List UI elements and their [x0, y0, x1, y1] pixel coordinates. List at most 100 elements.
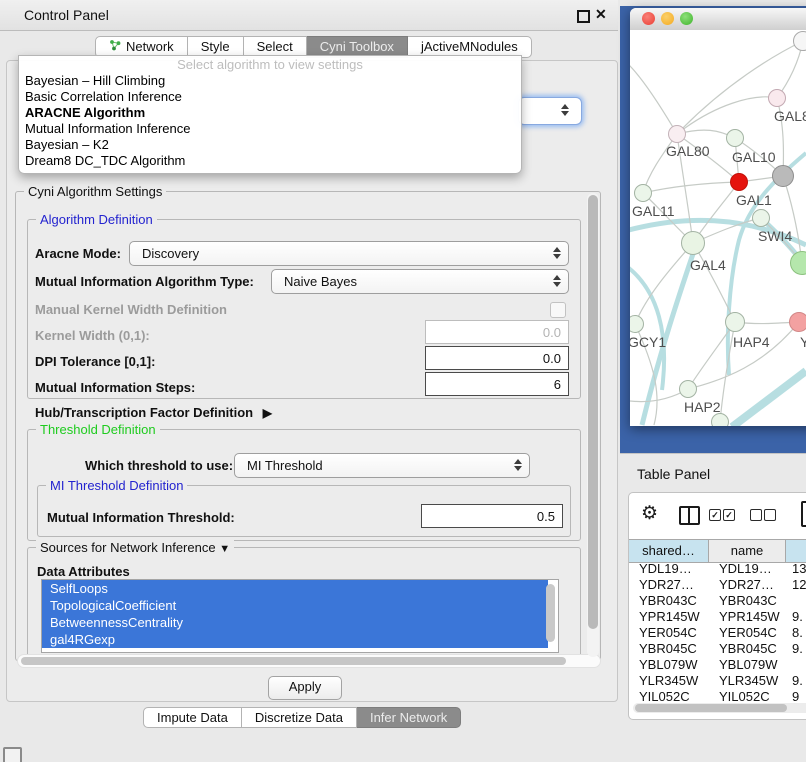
desktop-top-strip	[620, 0, 806, 6]
settings-hscroll-thumb[interactable]	[21, 657, 566, 665]
export-table-icon[interactable]	[801, 501, 806, 527]
settings-vscroll-thumb[interactable]	[588, 195, 598, 629]
deselect-all-checkbox-icon[interactable]	[764, 509, 776, 521]
dropdown-item-mutual-information-inference[interactable]: Mutual Information Inference	[19, 121, 521, 137]
kernel-width-field[interactable]: 0.0	[425, 320, 569, 344]
aracne-mode-label: Aracne Mode:	[35, 241, 121, 266]
tab-discretize-data[interactable]: Discretize Data	[242, 707, 357, 728]
network-node-y[interactable]	[789, 312, 806, 332]
network-node[interactable]	[793, 31, 806, 51]
table-cell: YLR345W	[629, 673, 709, 689]
manual-kernel-width-checkbox[interactable]	[550, 302, 566, 318]
sources-title[interactable]: Sources for Network Inference ▼	[36, 540, 234, 555]
tab-infer-network[interactable]: Infer Network	[357, 707, 461, 728]
network-window-titlebar[interactable]	[630, 8, 806, 31]
tab-label: Cyni Toolbox	[320, 37, 394, 57]
tab-label: Discretize Data	[255, 708, 343, 728]
dpi-tolerance-field[interactable]: 0.0	[425, 346, 569, 370]
column-header-extra[interactable]	[786, 540, 806, 562]
network-node[interactable]	[711, 413, 729, 426]
network-canvas[interactable]: GAL8GAL80GAL10GAL1GAL11SWI4GAL4GCY1HAP4Y…	[630, 30, 806, 426]
tab-impute-data[interactable]: Impute Data	[143, 707, 242, 728]
table-panel-title: Table Panel	[637, 466, 710, 482]
column-header-name[interactable]: name	[709, 540, 786, 562]
settings-horizontal-scrollbar[interactable]	[17, 654, 601, 668]
dropdown-item-aracne-algorithm[interactable]: ARACNE Algorithm	[19, 105, 521, 121]
table-row[interactable]: YDR27…YDR27…12	[629, 577, 806, 593]
close-panel-icon[interactable]: ✕	[595, 6, 607, 23]
tab-label: Infer Network	[370, 708, 447, 728]
hub-definition-label: Hub/Transcription Factor Definition	[35, 405, 253, 420]
zoom-window-icon[interactable]	[680, 12, 693, 25]
mi-threshold-label: Mutual Information Threshold:	[47, 505, 235, 530]
network-node-hap2[interactable]	[679, 380, 697, 398]
select-all-checkbox-icon[interactable]: ✓	[723, 509, 735, 521]
node-label-gal80: GAL80	[666, 143, 710, 159]
network-view-window[interactable]: GAL8GAL80GAL10GAL1GAL11SWI4GAL4GCY1HAP4Y…	[630, 8, 806, 426]
minimize-window-icon[interactable]	[661, 12, 674, 25]
column-header-shared[interactable]: shared…	[629, 540, 709, 562]
gear-icon[interactable]: ⚙	[641, 502, 658, 525]
mi-steps-field[interactable]: 6	[425, 372, 569, 396]
restore-panel-icon[interactable]	[3, 747, 22, 762]
network-node-gal8[interactable]	[768, 89, 786, 107]
network-node-gal80[interactable]	[668, 125, 686, 143]
which-threshold-value: MI Threshold	[247, 458, 323, 473]
table-row[interactable]: YER054CYER054C8.	[629, 625, 806, 641]
table-cell: YBL079W	[629, 657, 709, 673]
node-label-hap2: HAP2	[684, 399, 721, 415]
table-row[interactable]: YDL19…YDL19…13	[629, 561, 806, 577]
table-row[interactable]: YBR043CYBR043C	[629, 593, 806, 609]
node-label-gal4: GAL4	[690, 257, 726, 273]
table-cell: YBL079W	[709, 657, 786, 673]
which-threshold-label: Which threshold to use:	[85, 453, 233, 478]
table-row[interactable]: YIL052CYIL052C9	[629, 689, 806, 701]
dropdown-item-dream8-dc-tdc-algorithm[interactable]: Dream8 DC_TDC Algorithm	[19, 153, 521, 169]
network-node[interactable]	[772, 165, 794, 187]
attribute-item-gal4rgexp[interactable]: gal4RGexp	[42, 631, 548, 648]
dropdown-item-bayesian-k2[interactable]: Bayesian – K2	[19, 137, 521, 153]
mi-threshold-field[interactable]: 0.5	[421, 504, 563, 528]
network-node-hap4[interactable]	[725, 312, 745, 332]
attribute-item-selfloops[interactable]: SelfLoops	[42, 580, 548, 597]
node-label-gal10: GAL10	[732, 149, 776, 165]
which-threshold-select[interactable]: MI Threshold	[234, 453, 530, 478]
select-all-checkbox-icon[interactable]: ✓	[709, 509, 721, 521]
network-node-gal10[interactable]	[726, 129, 744, 147]
table-cell: 9.	[786, 673, 806, 689]
attribute-item-betweennesscentrality[interactable]: BetweennessCentrality	[42, 614, 548, 631]
dropdown-item-bayesian-hill-climbing[interactable]: Bayesian – Hill Climbing	[19, 73, 521, 89]
table-horizontal-scrollbar[interactable]	[633, 703, 806, 713]
dropdown-item-basic-correlation-inference[interactable]: Basic Correlation Inference	[19, 89, 521, 105]
network-node-gal4[interactable]	[681, 231, 705, 255]
table-row[interactable]: YBR045CYBR045C9.	[629, 641, 806, 657]
node-label-hap4: HAP4	[733, 334, 770, 350]
mi-steps-label: Mutual Information Steps:	[35, 375, 195, 400]
split-view-icon[interactable]	[679, 506, 700, 525]
table-toolbar: ⚙ ✓ ✓	[629, 493, 806, 539]
float-panel-icon[interactable]	[577, 10, 590, 23]
apply-button[interactable]: Apply	[268, 676, 342, 700]
deselect-all-checkbox-icon[interactable]	[750, 509, 762, 521]
attribute-item-topologicalcoefficient[interactable]: TopologicalCoefficient	[42, 597, 548, 614]
algorithm-combobox-fragment[interactable]	[518, 97, 582, 125]
close-window-icon[interactable]	[642, 12, 655, 25]
mi-algorithm-type-select[interactable]: Naive Bayes	[271, 269, 569, 294]
aracne-mode-select[interactable]: Discovery	[129, 241, 569, 266]
node-label-gcy1: GCY1	[630, 334, 666, 350]
table-hscroll-thumb[interactable]	[635, 704, 787, 712]
attributes-scrollbar[interactable]	[546, 584, 555, 642]
table-row[interactable]: YBL079WYBL079W	[629, 657, 806, 673]
table-row[interactable]: YLR345WYLR345W9.	[629, 673, 806, 689]
node-label-gal1: GAL1	[736, 192, 772, 208]
data-attributes-list[interactable]: SelfLoopsTopologicalCoefficientBetweenne…	[41, 579, 559, 653]
settings-vertical-scrollbar[interactable]	[587, 193, 599, 657]
node-label-gal11: GAL11	[632, 203, 675, 219]
network-node-swi4[interactable]	[752, 209, 770, 227]
stepper-arrows-icon	[561, 104, 569, 116]
network-node-gal11[interactable]	[634, 184, 652, 202]
table-row[interactable]: YPR145WYPR145W9.	[629, 609, 806, 625]
network-node-gal1[interactable]	[730, 173, 748, 191]
manual-kernel-width-label: Manual Kernel Width Definition	[35, 297, 227, 322]
table-cell	[786, 657, 806, 673]
